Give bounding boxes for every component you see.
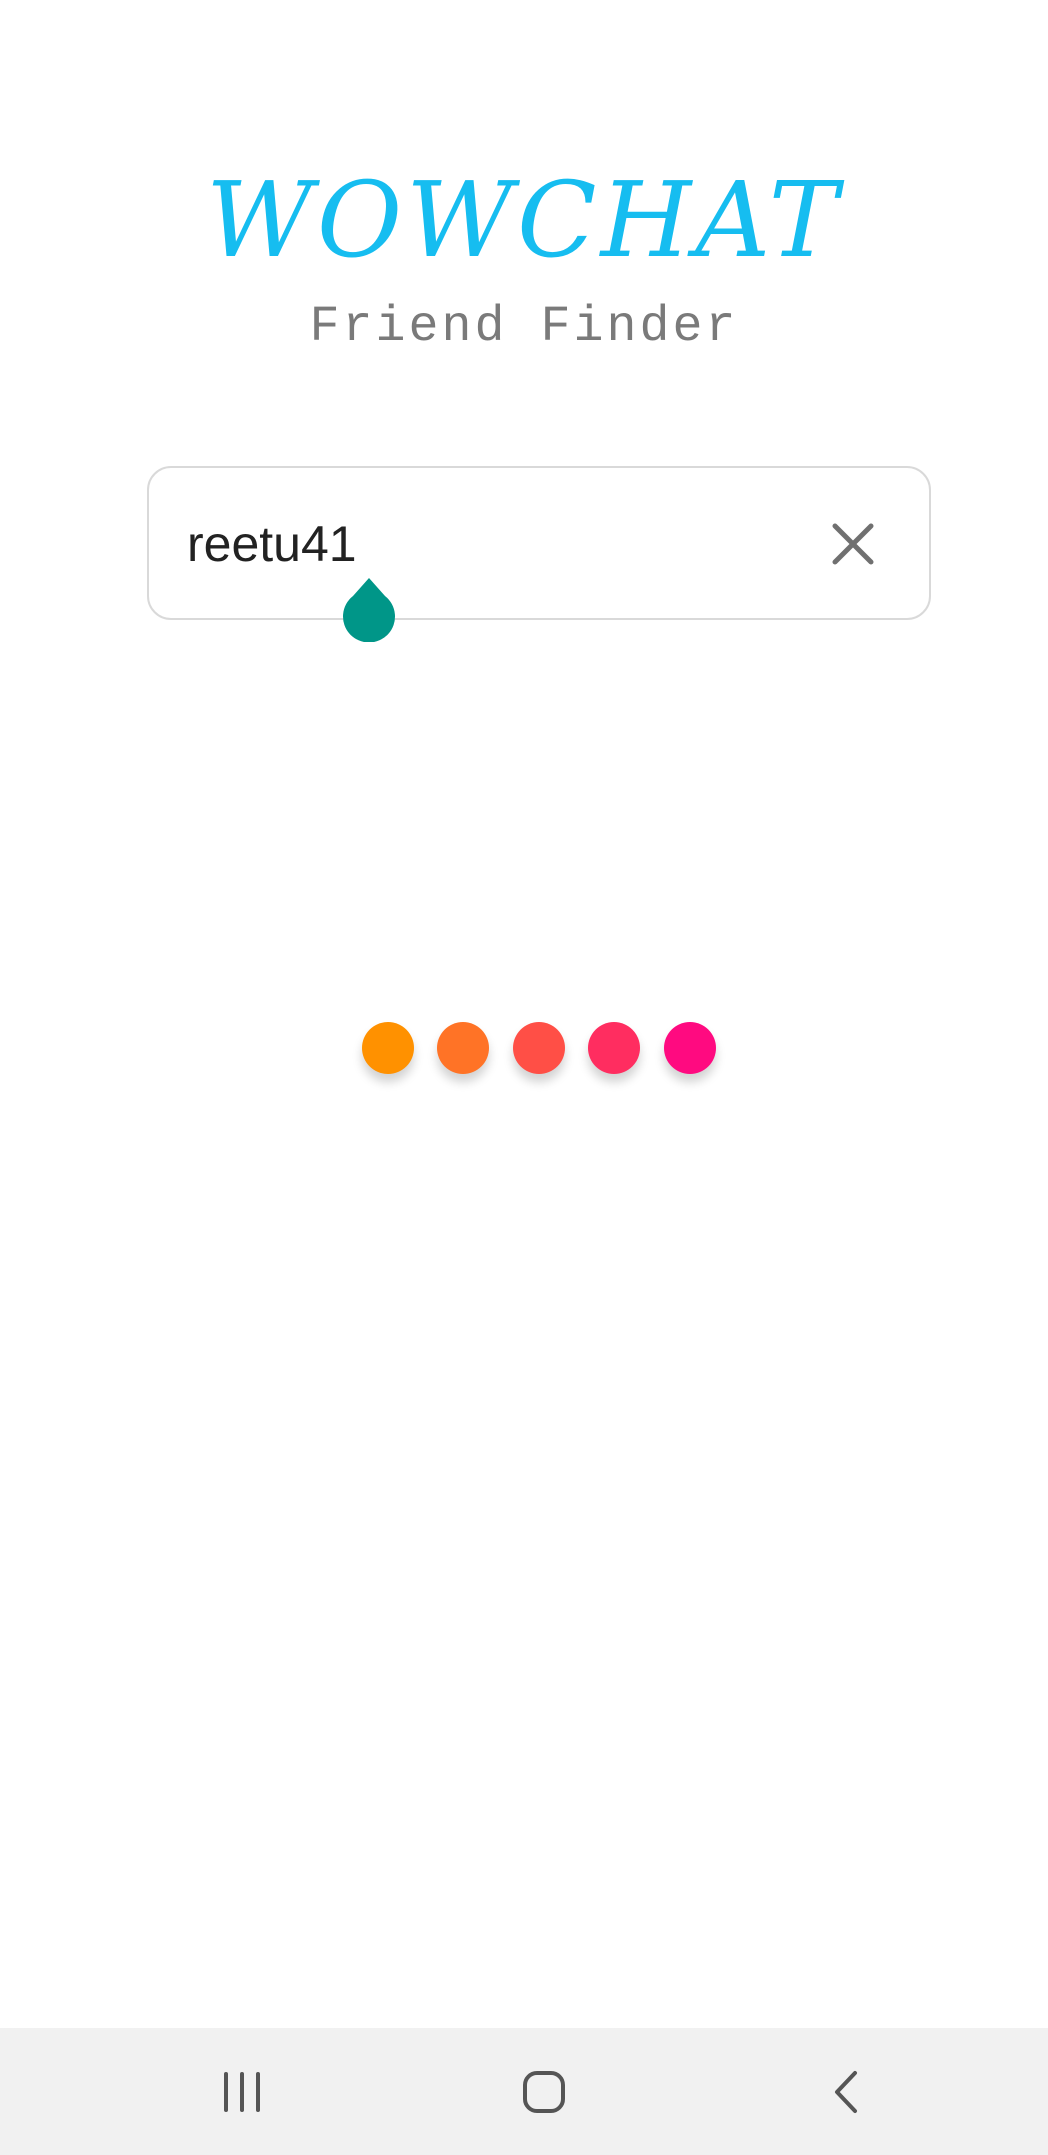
loading-dot [362,1022,414,1074]
home-button[interactable] [484,2050,604,2134]
loading-dot [437,1022,489,1074]
recent-apps-button[interactable] [182,2050,302,2134]
back-button[interactable] [786,2050,906,2134]
loading-dot [664,1022,716,1074]
system-navigation-bar [0,2028,1048,2155]
recent-apps-icon [224,2072,260,2112]
close-icon [832,523,874,565]
loading-dot [513,1022,565,1074]
app-subtitle: Friend Finder [309,299,739,356]
clear-button[interactable] [813,504,893,584]
loading-indicator [0,1022,1048,1076]
loading-dot [588,1022,640,1074]
friend-finder-screen: WOWCHAT Friend Finder [0,0,1048,2155]
text-cursor-handle-icon[interactable] [341,578,397,643]
search-box[interactable] [147,466,931,643]
app-title: WOWCHAT [205,159,843,281]
home-icon [523,2071,565,2113]
back-icon [835,2071,857,2113]
search-input[interactable] [187,504,787,584]
